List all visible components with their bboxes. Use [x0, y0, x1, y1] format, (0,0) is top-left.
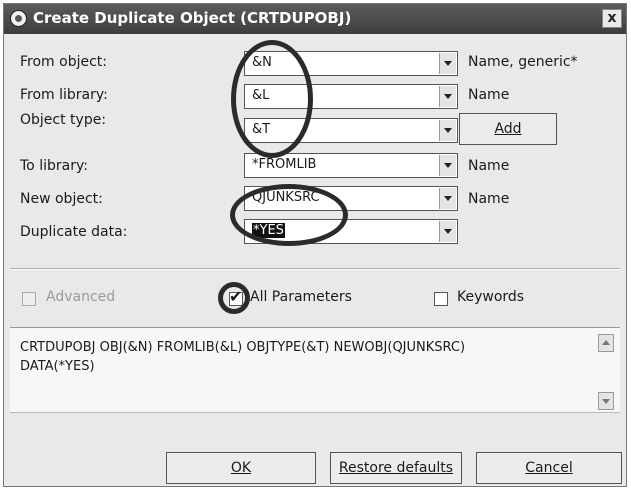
keywords-checkbox[interactable]: [434, 292, 448, 306]
new-object-hint: Name: [468, 191, 510, 207]
from-object-label: From object:: [20, 54, 107, 70]
from-library-label: From library:: [20, 87, 108, 103]
duplicate-data-value: *YES: [252, 223, 285, 238]
command-scrollbar[interactable]: [598, 334, 614, 410]
cancel-button[interactable]: Cancel: [476, 452, 622, 484]
restore-defaults-button[interactable]: Restore defaults: [330, 452, 462, 484]
close-button[interactable]: x: [602, 9, 622, 28]
chevron-down-icon[interactable]: [439, 53, 456, 74]
to-library-label: To library:: [20, 158, 88, 174]
new-object-value: QJUNKSRC: [252, 190, 320, 205]
keywords-label: Keywords: [457, 289, 525, 305]
chevron-down-icon[interactable]: [439, 155, 456, 176]
object-type-value: &T: [252, 122, 271, 137]
command-line-2: DATA(*YES): [20, 359, 95, 374]
add-button-label: Add: [494, 121, 522, 137]
to-library-hint: Name: [468, 158, 510, 174]
from-object-hint: Name, generic*: [468, 54, 578, 70]
ok-button-label: OK: [230, 460, 252, 476]
command-text: CRTDUPOBJ OBJ(&N) FROMLIB(&L) OBJTYPE(&T…: [20, 338, 590, 376]
object-type-combo[interactable]: &T: [244, 118, 458, 143]
title-bar: Create Duplicate Object (CRTDUPOBJ) x: [4, 4, 626, 34]
to-library-combo[interactable]: *FROMLIB: [244, 153, 458, 178]
dialog-title: Create Duplicate Object (CRTDUPOBJ): [33, 9, 352, 27]
chevron-down-icon[interactable]: [439, 188, 456, 209]
separator: [10, 268, 620, 270]
duplicate-data-label: Duplicate data:: [20, 224, 128, 240]
from-library-hint: Name: [468, 87, 510, 103]
new-object-label: New object:: [20, 191, 103, 207]
create-duplicate-object-dialog: Create Duplicate Object (CRTDUPOBJ) x Fr…: [3, 3, 627, 487]
advanced-label: Advanced: [46, 289, 116, 305]
new-object-combo[interactable]: QJUNKSRC: [244, 186, 458, 211]
from-library-value: &L: [252, 88, 270, 103]
chevron-down-icon[interactable]: [439, 120, 456, 141]
all-parameters-checkbox[interactable]: ✔: [229, 288, 243, 306]
duplicate-data-combo[interactable]: *YES: [244, 219, 458, 244]
scroll-up-icon[interactable]: [598, 334, 614, 352]
add-button[interactable]: Add: [459, 113, 557, 145]
dialog-icon: [10, 10, 27, 27]
command-line-1: CRTDUPOBJ OBJ(&N) FROMLIB(&L) OBJTYPE(&T…: [20, 340, 466, 355]
to-library-value: *FROMLIB: [252, 157, 317, 172]
check-icon: ✔: [229, 287, 243, 306]
from-object-value: &N: [252, 55, 272, 70]
chevron-down-icon[interactable]: [439, 221, 456, 242]
command-preview[interactable]: CRTDUPOBJ OBJ(&N) FROMLIB(&L) OBJTYPE(&T…: [10, 327, 620, 413]
from-object-combo[interactable]: &N: [244, 51, 458, 76]
from-library-combo[interactable]: &L: [244, 84, 458, 109]
scroll-down-icon[interactable]: [598, 392, 614, 410]
chevron-down-icon[interactable]: [439, 86, 456, 107]
object-type-label: Object type:: [20, 112, 107, 128]
cancel-button-label: Cancel: [525, 460, 573, 476]
ok-button[interactable]: OK: [166, 452, 316, 484]
advanced-checkbox[interactable]: [22, 292, 36, 306]
all-parameters-label: All Parameters: [250, 289, 352, 305]
restore-defaults-label: Restore defaults: [338, 460, 454, 476]
